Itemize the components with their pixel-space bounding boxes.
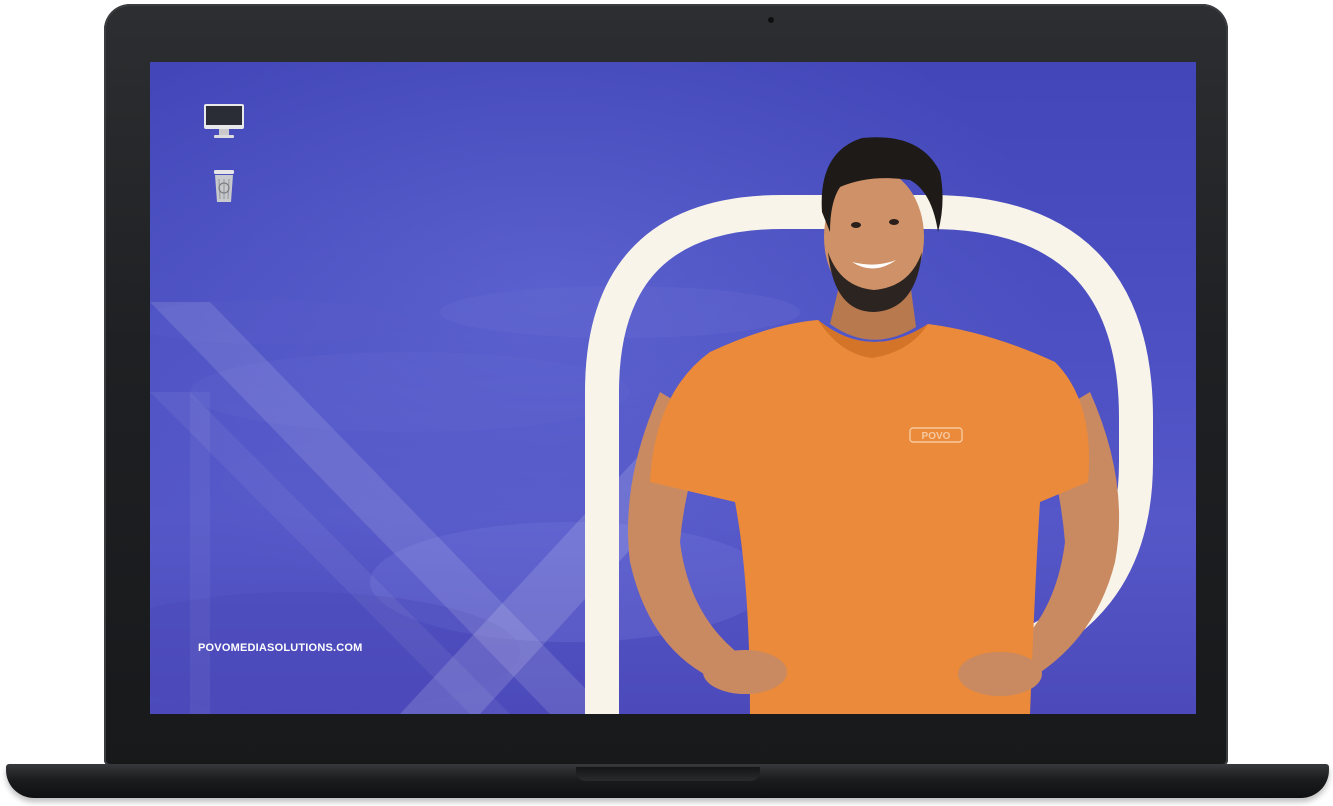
person-in-orange-shirt: POVO bbox=[628, 137, 1120, 714]
trash-icon[interactable] bbox=[210, 168, 238, 204]
svg-text:POVO: POVO bbox=[922, 431, 951, 442]
lid-opening-notch bbox=[576, 767, 760, 781]
desktop-screen: POVO POVOMEDIASOLUTIONS.COM bbox=[150, 62, 1196, 714]
webcam bbox=[768, 17, 774, 23]
computer-icon[interactable] bbox=[202, 102, 246, 140]
website-url-text: POVOMEDIASOLUTIONS.COM bbox=[198, 642, 363, 654]
